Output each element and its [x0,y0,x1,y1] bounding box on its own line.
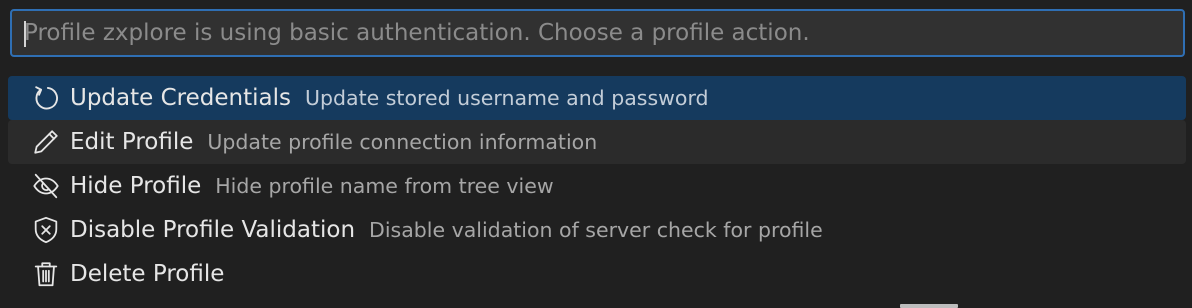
item-label: Disable Profile Validation [70,217,356,243]
item-label: Update Credentials [70,85,291,111]
quick-pick-item-update-credentials[interactable]: Update Credentials Update stored usernam… [8,76,1186,120]
item-label: Delete Profile [70,261,225,287]
quick-pick-item-disable-profile-validation[interactable]: Disable Profile Validation Disable valid… [8,208,1186,252]
refresh-icon [30,82,62,114]
quick-pick-item-hide-profile[interactable]: Hide Profile Hide profile name from tree… [8,164,1186,208]
quick-pick-widget: Update Credentials Update stored usernam… [0,0,1192,308]
quick-pick-item-edit-profile[interactable]: Edit Profile Update profile connection i… [8,120,1186,164]
quick-pick-list: Update Credentials Update stored usernam… [8,76,1186,296]
quick-pick-input[interactable] [12,11,1183,55]
item-label: Hide Profile [70,173,202,199]
text-caret [24,21,26,47]
item-description: Update profile connection information [207,130,598,154]
pencil-icon [30,126,62,158]
quick-pick-input-box[interactable] [10,9,1185,57]
trash-icon [30,258,62,290]
eye-closed-icon [30,170,62,202]
quick-pick-item-delete-profile[interactable]: Delete Profile [8,252,1186,296]
item-description: Disable validation of server check for p… [369,218,823,242]
item-description: Update stored username and password [304,86,709,110]
item-label: Edit Profile [70,129,194,155]
shield-x-icon [30,214,62,246]
scroll-indicator [900,304,958,308]
item-description: Hide profile name from tree view [215,174,554,198]
